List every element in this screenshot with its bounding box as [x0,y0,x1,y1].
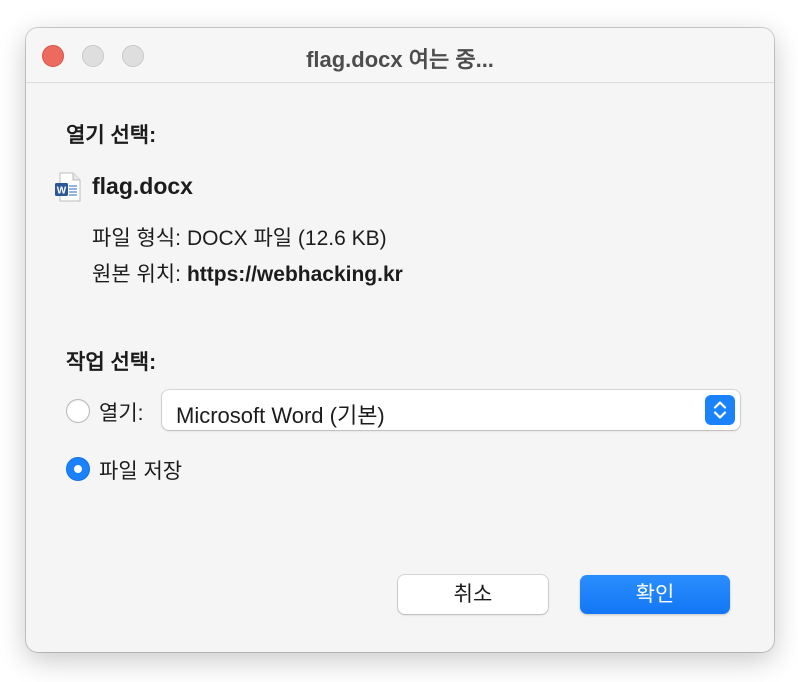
window-title: flag.docx 여는 중... [306,47,494,72]
file-name: flag.docx [92,173,193,199]
file-type-row: 파일 형식: DOCX 파일 (12.6 KB) [92,222,387,252]
file-source-row: 원본 위치: https://webhacking.kr [92,258,403,288]
save-file-radio[interactable] [66,457,90,481]
file-type-label: 파일 형식: [92,227,181,250]
file-type-value: DOCX 파일 (12.6 KB) [186,227,387,250]
chevron-up-down-icon[interactable] [705,395,735,425]
title-bar: flag.docx 여는 중... [26,28,774,83]
open-section-label: 열기 선택: [66,124,157,147]
svg-text:W: W [57,186,67,197]
save-file-label[interactable]: 파일 저장 [99,455,182,485]
word-document-icon: W [54,172,82,202]
open-with-label[interactable]: 열기: [99,397,143,427]
download-dialog: flag.docx 여는 중... 열기 선택: W flag.docx 파일 … [26,28,774,652]
open-with-app-select[interactable]: Microsoft Word (기본) [162,390,740,430]
open-with-radio[interactable] [66,399,90,423]
ok-button[interactable]: 확인 [580,575,730,614]
cancel-button[interactable]: 취소 [398,575,548,614]
open-with-app-value: Microsoft Word (기본) [176,403,385,428]
action-section-label: 작업 선택: [66,351,157,374]
file-source-value: https://webhacking.kr [186,263,403,286]
file-source-label: 원본 위치: [92,263,181,286]
